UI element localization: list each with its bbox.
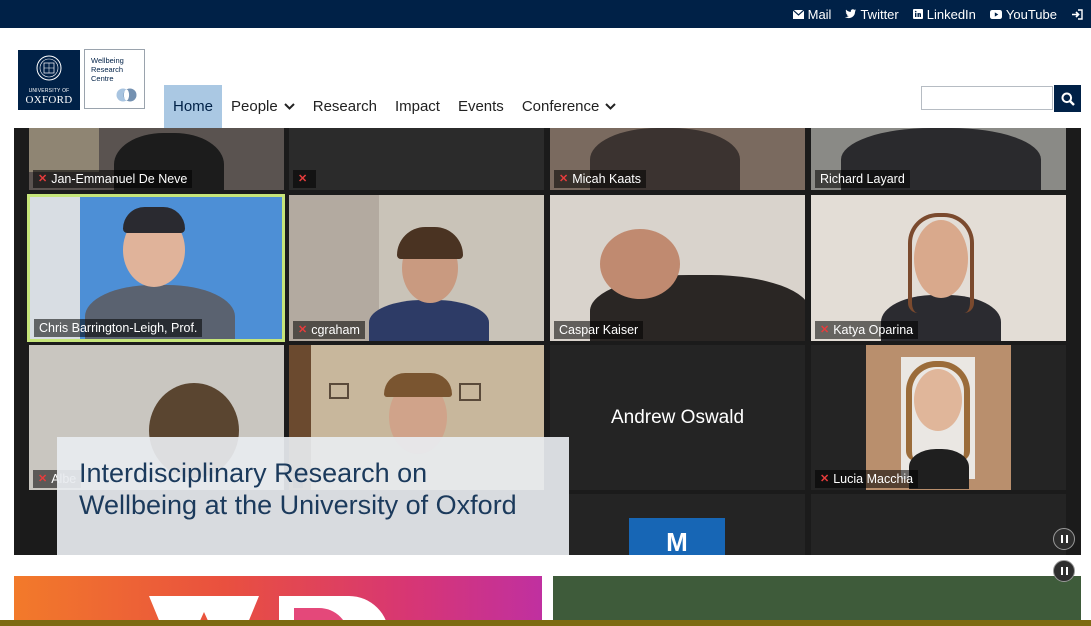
participant-name: Caspar Kaiser xyxy=(559,323,639,337)
participant-name: Lucia Macchia xyxy=(833,472,914,486)
nav-item-label: Impact xyxy=(394,98,440,115)
youtube-icon xyxy=(989,9,1002,19)
nav-item-label: Research xyxy=(312,98,377,115)
youtube-label: YouTube xyxy=(1005,6,1057,22)
participant-name: Katya Oparina xyxy=(833,323,914,337)
muted-mic-icon: ✕ xyxy=(38,173,48,185)
linkedin-label: LinkedIn xyxy=(926,6,976,22)
nav-item-research[interactable]: Research xyxy=(304,85,386,128)
muted-mic-icon: ✕ xyxy=(820,324,830,336)
mail-icon xyxy=(792,9,804,19)
video-tile: ✕ xyxy=(289,128,544,190)
video-tile: ✕ Katya Oparina xyxy=(811,195,1066,341)
youtube-link[interactable]: YouTube xyxy=(989,6,1057,22)
login-icon xyxy=(1072,8,1083,20)
mail-label: Mail xyxy=(807,6,832,22)
hero-caption: Interdisciplinary Research on Wellbeing … xyxy=(57,437,569,555)
centre-name-line1: Wellbeing xyxy=(91,56,124,65)
centre-name-line3: Centre xyxy=(91,74,114,83)
nav-item-label: Home xyxy=(173,98,214,115)
nav-item-label: People xyxy=(231,98,278,115)
tile-letter: M xyxy=(629,518,725,555)
slideshow-pause-button[interactable] xyxy=(1053,528,1075,550)
wellbeing-centre-logo[interactable]: Wellbeing Research Centre xyxy=(84,49,145,109)
cards-pause-button[interactable] xyxy=(1053,560,1075,582)
video-tile: M xyxy=(550,494,805,555)
twitter-link[interactable]: Twitter xyxy=(845,6,899,22)
nav-item-label: Conference xyxy=(521,98,600,115)
main-nav: Home People Research Impact Events Confe… xyxy=(164,85,625,128)
login-link[interactable] xyxy=(1071,8,1083,20)
participant-name: cgraham xyxy=(311,323,360,337)
nav-item-impact[interactable]: Impact xyxy=(386,85,449,128)
video-tile: Andrew Oswald xyxy=(550,345,805,490)
social-links: Mail Twitter LinkedIn YouTube xyxy=(792,0,1083,28)
feature-card-left[interactable] xyxy=(14,576,542,626)
oxford-logo-text: OXFORD xyxy=(25,94,73,106)
video-tile: Chris Barrington-Leigh, Prof. xyxy=(27,194,285,342)
mail-link[interactable]: Mail xyxy=(792,6,832,22)
top-bar: Mail Twitter LinkedIn YouTube xyxy=(0,0,1091,28)
muted-mic-icon: ✕ xyxy=(559,173,569,185)
participant-name: Richard Layard xyxy=(820,172,905,186)
search-button[interactable] xyxy=(1054,85,1081,112)
muted-mic-icon: ✕ xyxy=(38,473,48,485)
feature-card-right[interactable] xyxy=(553,576,1081,626)
chevron-down-icon xyxy=(284,103,295,110)
participant-name: Micah Kaats xyxy=(572,172,641,186)
nav-item-events[interactable]: Events xyxy=(449,85,513,128)
video-tile: ✕ Jan-Emmanuel De Neve xyxy=(29,128,284,190)
video-tile: ✕ Micah Kaats xyxy=(550,128,805,190)
video-tile: Richard Layard xyxy=(811,128,1066,190)
participant-name: Andrew Oswald xyxy=(610,406,745,428)
nav-item-label: Events xyxy=(457,98,504,115)
oxford-logo[interactable]: UNIVERSITY OF OXFORD xyxy=(18,50,80,110)
search-input[interactable] xyxy=(921,86,1053,110)
oxford-crest-icon xyxy=(36,55,62,81)
nav-item-people[interactable]: People xyxy=(222,85,304,128)
centre-name-line2: Research xyxy=(91,65,124,74)
muted-mic-icon: ✕ xyxy=(298,173,308,185)
video-tile: ✕ cgraham xyxy=(289,195,544,341)
muted-mic-icon: ✕ xyxy=(820,473,830,485)
video-tile xyxy=(811,494,1066,555)
wellbeing-mark-icon xyxy=(116,88,137,102)
linkedin-link[interactable]: LinkedIn xyxy=(912,6,976,22)
participant-name: Chris Barrington-Leigh, Prof. xyxy=(39,321,198,335)
linkedin-icon xyxy=(912,9,923,19)
hero-caption-line2: Wellbeing at the University of Oxford xyxy=(79,490,517,520)
nav-item-conference[interactable]: Conference xyxy=(513,85,626,128)
hero-caption-line1: Interdisciplinary Research on xyxy=(79,458,428,488)
twitter-icon xyxy=(845,9,857,19)
muted-mic-icon: ✕ xyxy=(298,324,308,336)
nav-item-home[interactable]: Home xyxy=(164,85,223,128)
footer-accent-bar xyxy=(0,620,1091,626)
participant-name: Jan-Emmanuel De Neve xyxy=(51,172,188,186)
chevron-down-icon xyxy=(605,103,617,110)
video-tile: ✕ Lucia Macchia xyxy=(811,345,1066,490)
twitter-label: Twitter xyxy=(860,6,899,22)
video-tile: Caspar Kaiser xyxy=(550,195,805,341)
search-icon xyxy=(1061,92,1075,106)
